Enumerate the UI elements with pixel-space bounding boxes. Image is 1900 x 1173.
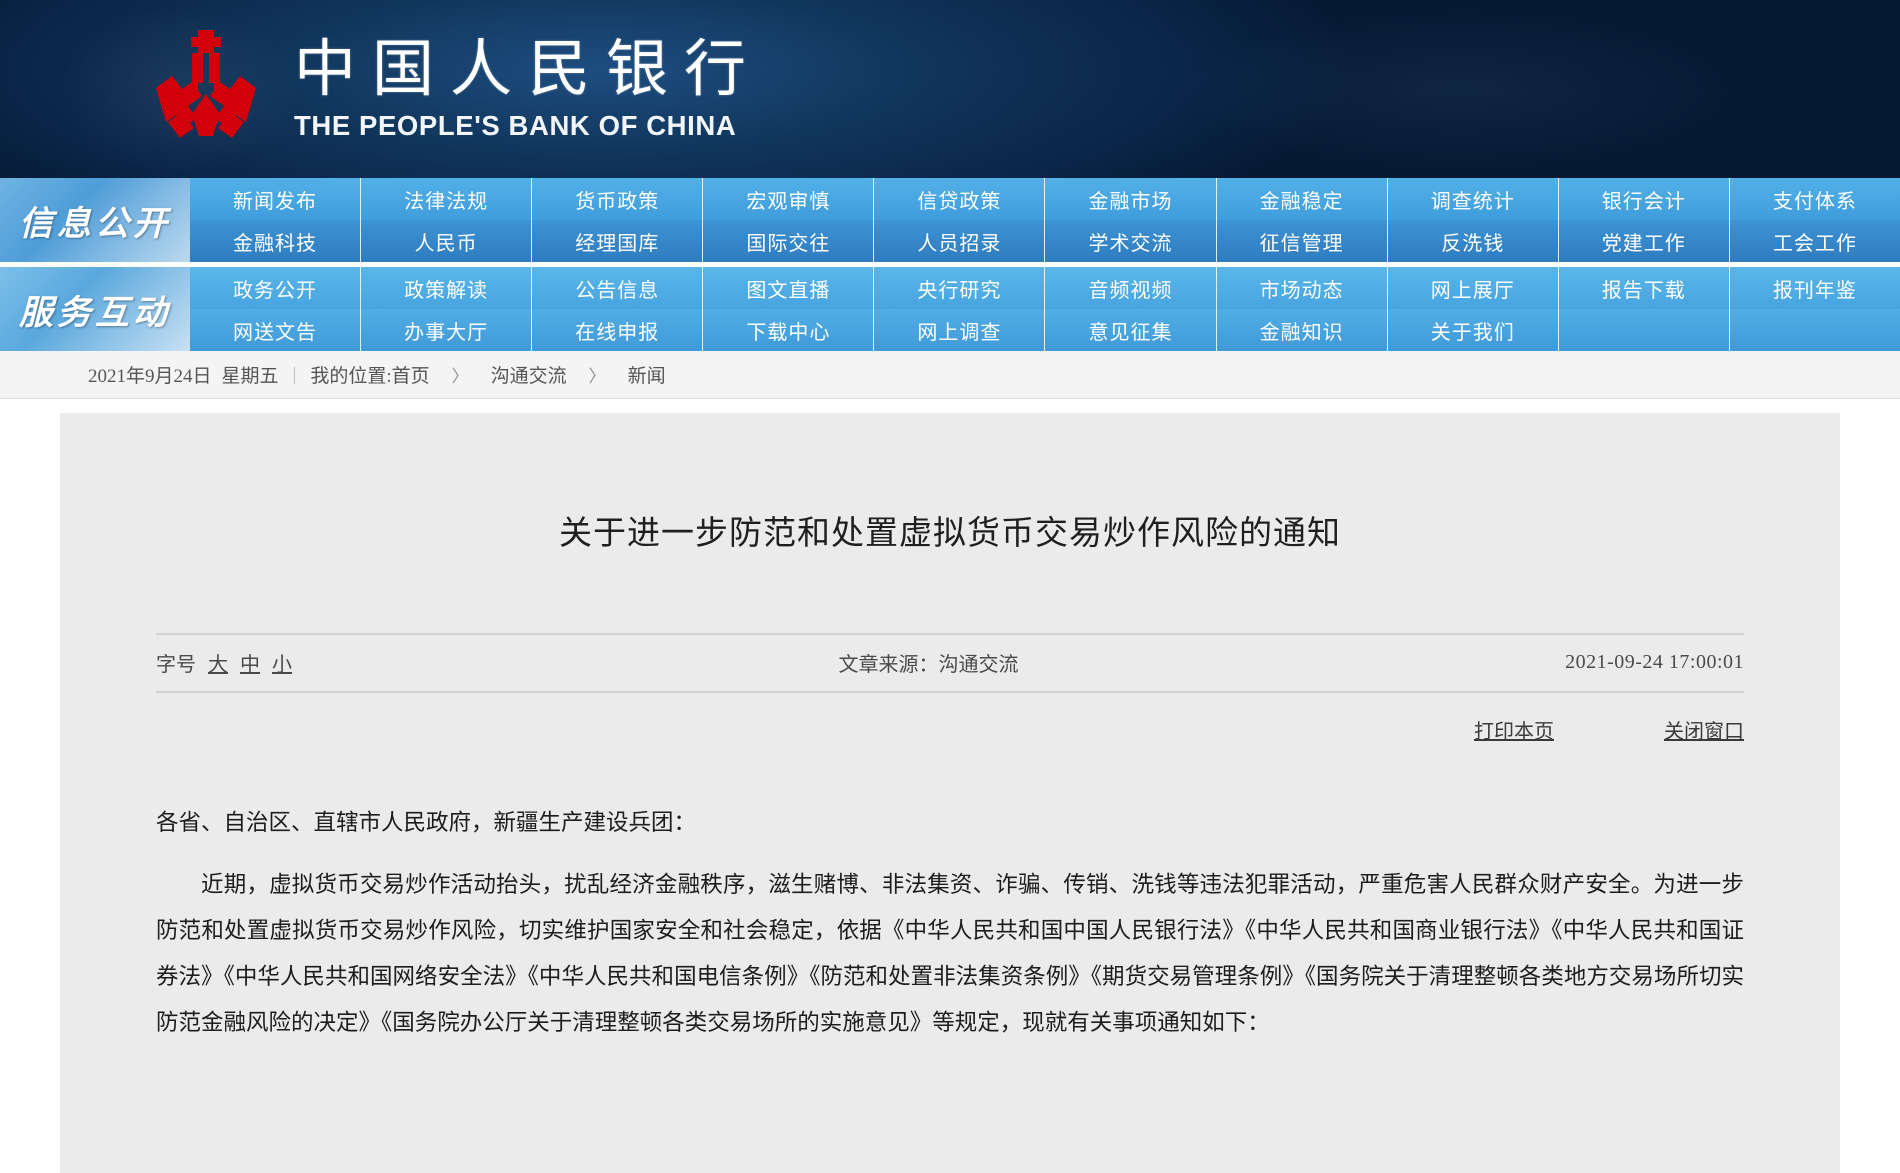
nav-item-party-building[interactable]: 党建工作: [1559, 220, 1730, 262]
nav-item-yearbook[interactable]: 报刊年鉴: [1730, 267, 1900, 309]
nav-item-service-hall[interactable]: 办事大厅: [361, 309, 533, 351]
nav-item-rmb[interactable]: 人民币: [361, 220, 533, 262]
article-meta-row: 字号 大 中 小 文章来源：沟通交流 2021-09-24 17:00:01: [156, 635, 1744, 691]
article-paragraph-salutation: 各省、自治区、直辖市人民政府，新疆生产建设兵团：: [156, 809, 697, 835]
font-size-small-button[interactable]: 小: [272, 648, 292, 677]
nav-item-placeholder-2: [1730, 309, 1900, 351]
font-size-label: 字号: [156, 654, 196, 677]
current-weekday: 星期五: [221, 366, 279, 387]
nav-grid-2: 政务公开 政策解读 公告信息 图文直播 央行研究 音频视频 市场动态 网上展厅 …: [190, 267, 1900, 351]
breadcrumb-item-communication[interactable]: 沟通交流: [491, 361, 567, 388]
nav-item-treasury[interactable]: 经理国库: [532, 220, 704, 262]
breadcrumb-item-home[interactable]: 首页: [392, 361, 430, 388]
pbc-emblem-icon: [156, 30, 256, 138]
nav-item-placeholder-1: [1559, 309, 1730, 351]
brand-lockup[interactable]: 中国人民银行 THE PEOPLE'S BANK OF CHINA: [152, 30, 762, 150]
current-date: 2021年9月24日: [88, 366, 212, 387]
breadcrumb-divider: |: [292, 363, 297, 385]
article-actions: 打印本页 关闭窗口: [156, 715, 1744, 744]
nav-block-label-text: 服务互动: [19, 294, 171, 332]
chevron-right-icon: 〉: [588, 367, 606, 386]
nav-item-fintech[interactable]: 金融科技: [190, 220, 362, 262]
nav-item-bank-accounting[interactable]: 银行会计: [1559, 178, 1730, 220]
article-timestamp: 2021-09-24 17:00:01: [1565, 651, 1744, 674]
font-size-control: 字号 大 中 小: [156, 648, 292, 677]
nav-block-label-text: 信息公开: [19, 205, 171, 243]
nav-item-monetary-policy[interactable]: 货币政策: [532, 178, 704, 220]
nav-item-credit-policy[interactable]: 信贷政策: [874, 178, 1046, 220]
nav-grid-1: 新闻发布 法律法规 货币政策 宏观审慎 信贷政策 金融市场 金融稳定 调查统计 …: [190, 178, 1900, 262]
nav-item-academic-exchange[interactable]: 学术交流: [1045, 220, 1217, 262]
nav-item-credit-reference[interactable]: 征信管理: [1217, 220, 1388, 262]
chevron-right-icon: 〉: [451, 367, 469, 386]
nav-item-payment-system[interactable]: 支付体系: [1730, 178, 1900, 220]
page-title: 关于进一步防范和处置虚拟货币交易炒作风险的通知: [559, 516, 1341, 553]
meta-rule-bottom: [156, 690, 1744, 693]
masthead-glow-right: [1180, 10, 1740, 170]
nav-item-download-center[interactable]: 下载中心: [703, 309, 875, 351]
nav-row: 网送文告 办事大厅 在线申报 下载中心 网上调查 意见征集 金融知识 关于我们: [190, 309, 1900, 351]
nav-item-audio-video[interactable]: 音频视频: [1045, 267, 1217, 309]
breadcrumb-position-label: 我的位置:: [310, 366, 392, 387]
nav-row: 政务公开 政策解读 公告信息 图文直播 央行研究 音频视频 市场动态 网上展厅 …: [190, 267, 1900, 309]
nav-item-financial-stability[interactable]: 金融稳定: [1217, 178, 1388, 220]
brand-text: 中国人民银行 THE PEOPLE'S BANK OF CHINA: [294, 38, 762, 141]
nav-item-anti-money-laundering[interactable]: 反洗钱: [1388, 220, 1559, 262]
article-panel: 关于进一步防范和处置虚拟货币交易炒作风险的通知 字号 大 中 小 文章来源：沟通…: [60, 413, 1840, 1173]
font-size-medium-button[interactable]: 中: [240, 648, 260, 677]
nav-item-opinion-collection[interactable]: 意见征集: [1045, 309, 1217, 351]
nav-item-financial-market[interactable]: 金融市场: [1045, 178, 1217, 220]
article-source: 文章来源：沟通交流: [838, 654, 1019, 677]
article-paragraph-1: 近期，虚拟货币交易炒作活动抬头，扰乱经济金融秩序，滋生赌博、非法集资、诈骗、传销…: [156, 872, 1744, 1036]
nav-item-central-bank-research[interactable]: 央行研究: [874, 267, 1046, 309]
nav-item-union-work[interactable]: 工会工作: [1730, 220, 1900, 262]
nav-item-macro-prudential[interactable]: 宏观审慎: [703, 178, 875, 220]
nav-item-online-survey[interactable]: 网上调查: [874, 309, 1046, 351]
nav-item-news-release[interactable]: 新闻发布: [190, 178, 362, 220]
nav-row: 金融科技 人民币 经理国库 国际交往 人员招录 学术交流 征信管理 反洗钱 党建…: [190, 220, 1900, 262]
font-size-large-button[interactable]: 大: [208, 648, 228, 677]
site-masthead: 中国人民银行 THE PEOPLE'S BANK OF CHINA: [0, 0, 1900, 178]
nav-item-market-dynamics[interactable]: 市场动态: [1217, 267, 1388, 309]
article-wrapper: 关于进一步防范和处置虚拟货币交易炒作风险的通知 字号 大 中 小 文章来源：沟通…: [0, 399, 1900, 1173]
print-page-button[interactable]: 打印本页: [1474, 715, 1554, 744]
nav-block-label-information-disclosure[interactable]: 信息公开: [0, 178, 190, 262]
nav-item-survey-statistics[interactable]: 调查统计: [1388, 178, 1559, 220]
nav-block-service-interaction: 服务互动 政务公开 政策解读 公告信息 图文直播 央行研究 音频视频 市场动态 …: [0, 267, 1900, 351]
nav-item-international[interactable]: 国际交往: [703, 220, 875, 262]
breadcrumb-item-news[interactable]: 新闻: [628, 361, 666, 388]
brand-name-cn: 中国人民银行: [294, 36, 763, 105]
nav-item-announcements[interactable]: 公告信息: [532, 267, 704, 309]
nav-item-recruitment[interactable]: 人员招录: [874, 220, 1046, 262]
nav-item-online-declaration[interactable]: 在线申报: [532, 309, 704, 351]
nav-item-report-download[interactable]: 报告下载: [1559, 267, 1730, 309]
nav-item-policy-interpretation[interactable]: 政策解读: [361, 267, 533, 309]
nav-item-online-exhibition[interactable]: 网上展厅: [1388, 267, 1559, 309]
nav-item-about-us[interactable]: 关于我们: [1388, 309, 1559, 351]
nav-item-government-affairs[interactable]: 政务公开: [190, 267, 362, 309]
brand-name-en: THE PEOPLE'S BANK OF CHINA: [294, 109, 737, 141]
nav-block-information-disclosure: 信息公开 新闻发布 法律法规 货币政策 宏观审慎 信贷政策 金融市场 金融稳定 …: [0, 178, 1900, 262]
breadcrumb-bar: 2021年9月24日 星期五 | 我的位置: 首页 〉 沟通交流 〉 新闻: [0, 351, 1900, 399]
nav-block-label-service-interaction[interactable]: 服务互动: [0, 267, 190, 351]
nav-item-laws-regulations[interactable]: 法律法规: [361, 178, 533, 220]
nav-row: 新闻发布 法律法规 货币政策 宏观审慎 信贷政策 金融市场 金融稳定 调查统计 …: [190, 178, 1900, 220]
nav-item-live-coverage[interactable]: 图文直播: [703, 267, 875, 309]
close-window-button[interactable]: 关闭窗口: [1664, 715, 1744, 744]
nav-item-financial-knowledge[interactable]: 金融知识: [1217, 309, 1388, 351]
article-body: 各省、自治区、直辖市人民政府，新疆生产建设兵团： 近期，虚拟货币交易炒作活动抬头…: [156, 800, 1744, 1047]
nav-item-online-documents[interactable]: 网送文告: [190, 309, 362, 351]
